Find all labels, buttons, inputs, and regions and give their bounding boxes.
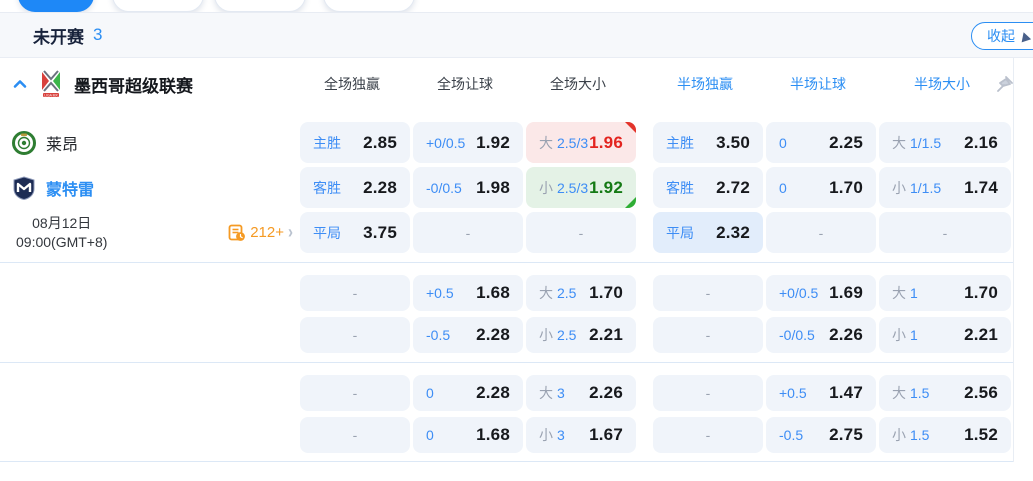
odds-block-main: 莱昂 主胜 2.85 +0/0.5 1.92 大 2.5/3 1.96 主胜 3.… [0, 110, 1013, 253]
league-name: 墨西哥超级联赛 [74, 76, 193, 96]
tab-2[interactable] [112, 0, 204, 12]
col-header-half-ou[interactable]: 半场大小 [876, 74, 1008, 94]
odds-row: - -0.5 2.28 小 2.5 2.21 - -0/0.5 2.26 小1 2… [0, 317, 1013, 353]
odds-cell-empty: - [879, 212, 1011, 253]
odds-down-corner-icon [625, 197, 636, 208]
col-header-half-handicap[interactable]: 半场让球 [763, 74, 873, 94]
tab-active[interactable] [18, 0, 94, 12]
odds-cell[interactable]: -0.5 2.75 [766, 417, 876, 453]
league-board: LIGA MX 墨西哥超级联赛 全场独赢 全场让球 全场大小 半场独赢 半场让球… [0, 58, 1014, 462]
odds-cell[interactable]: -0/0.5 2.26 [766, 317, 876, 353]
chevron-up-icon[interactable] [12, 76, 28, 92]
odds-cell[interactable]: 客胜 2.28 [300, 167, 410, 208]
odds-cell[interactable]: 小 1.5 1.52 [879, 417, 1011, 453]
odds-cell[interactable]: 平局 3.75 [300, 212, 410, 253]
league-logo: LIGA MX [42, 70, 60, 97]
odds-cell-empty: - [653, 275, 763, 311]
odds-cell[interactable]: 0 1.68 [413, 417, 523, 453]
odds-cell[interactable]: 主胜 3.50 [653, 122, 763, 163]
odds-cell[interactable]: -0/0.5 1.98 [413, 167, 523, 208]
section-title: 未开赛 [33, 27, 84, 47]
odds-cell-empty: - [300, 275, 410, 311]
odds-cell-trend-up[interactable]: 大 2.5/3 1.96 [526, 122, 636, 163]
odds-cell[interactable]: 小 1/1.5 1.74 [879, 167, 1011, 208]
odds-up-corner-icon [625, 122, 636, 133]
odds-cell[interactable]: 大3 2.26 [526, 375, 636, 411]
odds-cell[interactable]: +0/0.5 1.69 [766, 275, 876, 311]
odds-cell[interactable]: +0.5 1.47 [766, 375, 876, 411]
section-header: 未开赛 3 收起 [0, 13, 1033, 58]
odds-block-2: - +0.5 1.68 大 2.5 1.70 - +0/0.5 1.69 大1 1… [0, 263, 1013, 353]
odds-row-home: 莱昂 主胜 2.85 +0/0.5 1.92 大 2.5/3 1.96 主胜 3.… [0, 122, 1013, 163]
odds-row: - +0.5 1.68 大 2.5 1.70 - +0/0.5 1.69 大1 1… [0, 275, 1013, 311]
odds-cell-trend-down[interactable]: 小 2.5/3 1.92 [526, 167, 636, 208]
odds-cell[interactable]: 大 1.5 2.56 [879, 375, 1011, 411]
odds-cell[interactable]: 大 1/1.5 2.16 [879, 122, 1011, 163]
league-header-row[interactable]: LIGA MX 墨西哥超级联赛 全场独赢 全场让球 全场大小 半场独赢 半场让球… [0, 58, 1013, 110]
match-datetime: 08月12日 09:00(GMT+8) [16, 214, 107, 252]
odds-cell-empty: - [300, 317, 410, 353]
tab-4[interactable] [323, 0, 415, 12]
odds-cell[interactable]: 0 1.70 [766, 167, 876, 208]
more-markets-link[interactable]: 212+ › [228, 221, 293, 244]
odds-cell[interactable]: 主胜 2.85 [300, 122, 410, 163]
collapse-label: 收起 [987, 28, 1015, 44]
tab-3[interactable] [214, 0, 306, 12]
markets-count: 212+ [250, 224, 284, 241]
odds-cell-empty: - [766, 212, 876, 253]
home-team-crest-icon [12, 130, 36, 155]
odds-block-3: - 0 2.28 大3 2.26 - +0.5 1.47 大 1.5 2.56 - [0, 363, 1013, 453]
board-bottom-border [0, 461, 1013, 462]
odds-cell[interactable]: -0.5 2.28 [413, 317, 523, 353]
chevron-right-icon: › [288, 221, 293, 244]
odds-cell[interactable]: 小1 2.21 [879, 317, 1011, 353]
odds-cell-empty: - [300, 375, 410, 411]
section-count: 3 [93, 25, 103, 44]
odds-cell-highlighted[interactable]: 平局 2.32 [653, 212, 763, 253]
odds-cell-empty: - [526, 212, 636, 253]
col-header-half-win[interactable]: 半场独赢 [650, 74, 760, 94]
match-time: 09:00(GMT+8) [16, 233, 108, 250]
top-tab-strip [0, 0, 1033, 13]
odds-row: - 0 2.28 大3 2.26 - +0.5 1.47 大 1.5 2.56 [0, 375, 1013, 411]
odds-cell[interactable]: 客胜 2.72 [653, 167, 763, 208]
odds-cell[interactable]: +0/0.5 1.92 [413, 122, 523, 163]
odds-cell[interactable]: 小3 1.67 [526, 417, 636, 453]
odds-cell[interactable]: +0.5 1.68 [413, 275, 523, 311]
markets-clock-icon [228, 224, 246, 241]
odds-cell-empty: - [653, 417, 763, 453]
svg-text:LIGA MX: LIGA MX [44, 93, 58, 97]
away-team-name: 蒙特雷 [46, 181, 95, 199]
col-header-full-win: 全场独赢 [324, 76, 380, 92]
odds-cell-empty: - [653, 375, 763, 411]
odds-cell-empty: - [653, 317, 763, 353]
collapse-button[interactable]: 收起 [971, 22, 1033, 50]
home-team-name: 莱昂 [46, 136, 79, 154]
odds-row-away: 蒙特雷 客胜 2.28 -0/0.5 1.98 小 2.5/3 1.92 客胜 2… [0, 167, 1013, 208]
odds-cell[interactable]: 0 2.25 [766, 122, 876, 163]
odds-cell-empty: - [300, 417, 410, 453]
col-header-full-ou: 全场大小 [550, 76, 606, 92]
col-header-full-handicap: 全场让球 [437, 76, 493, 92]
odds-row-draw: 08月12日 09:00(GMT+8) 212+ › 平局 3.75 - - 平… [0, 212, 1013, 253]
odds-cell[interactable]: 0 2.28 [413, 375, 523, 411]
odds-cell[interactable]: 大 2.5 1.70 [526, 275, 636, 311]
away-team-crest-icon [13, 175, 35, 200]
odds-cell[interactable]: 大1 1.70 [879, 275, 1011, 311]
match-date: 08月12日 [32, 214, 92, 231]
pin-icon[interactable] [997, 76, 1015, 92]
odds-row: - 0 1.68 小3 1.67 - -0.5 2.75 小 1.5 1.52 [0, 417, 1013, 453]
collapse-triangle-icon [1018, 30, 1032, 42]
odds-cell-empty: - [413, 212, 523, 253]
odds-cell[interactable]: 小 2.5 2.21 [526, 317, 636, 353]
